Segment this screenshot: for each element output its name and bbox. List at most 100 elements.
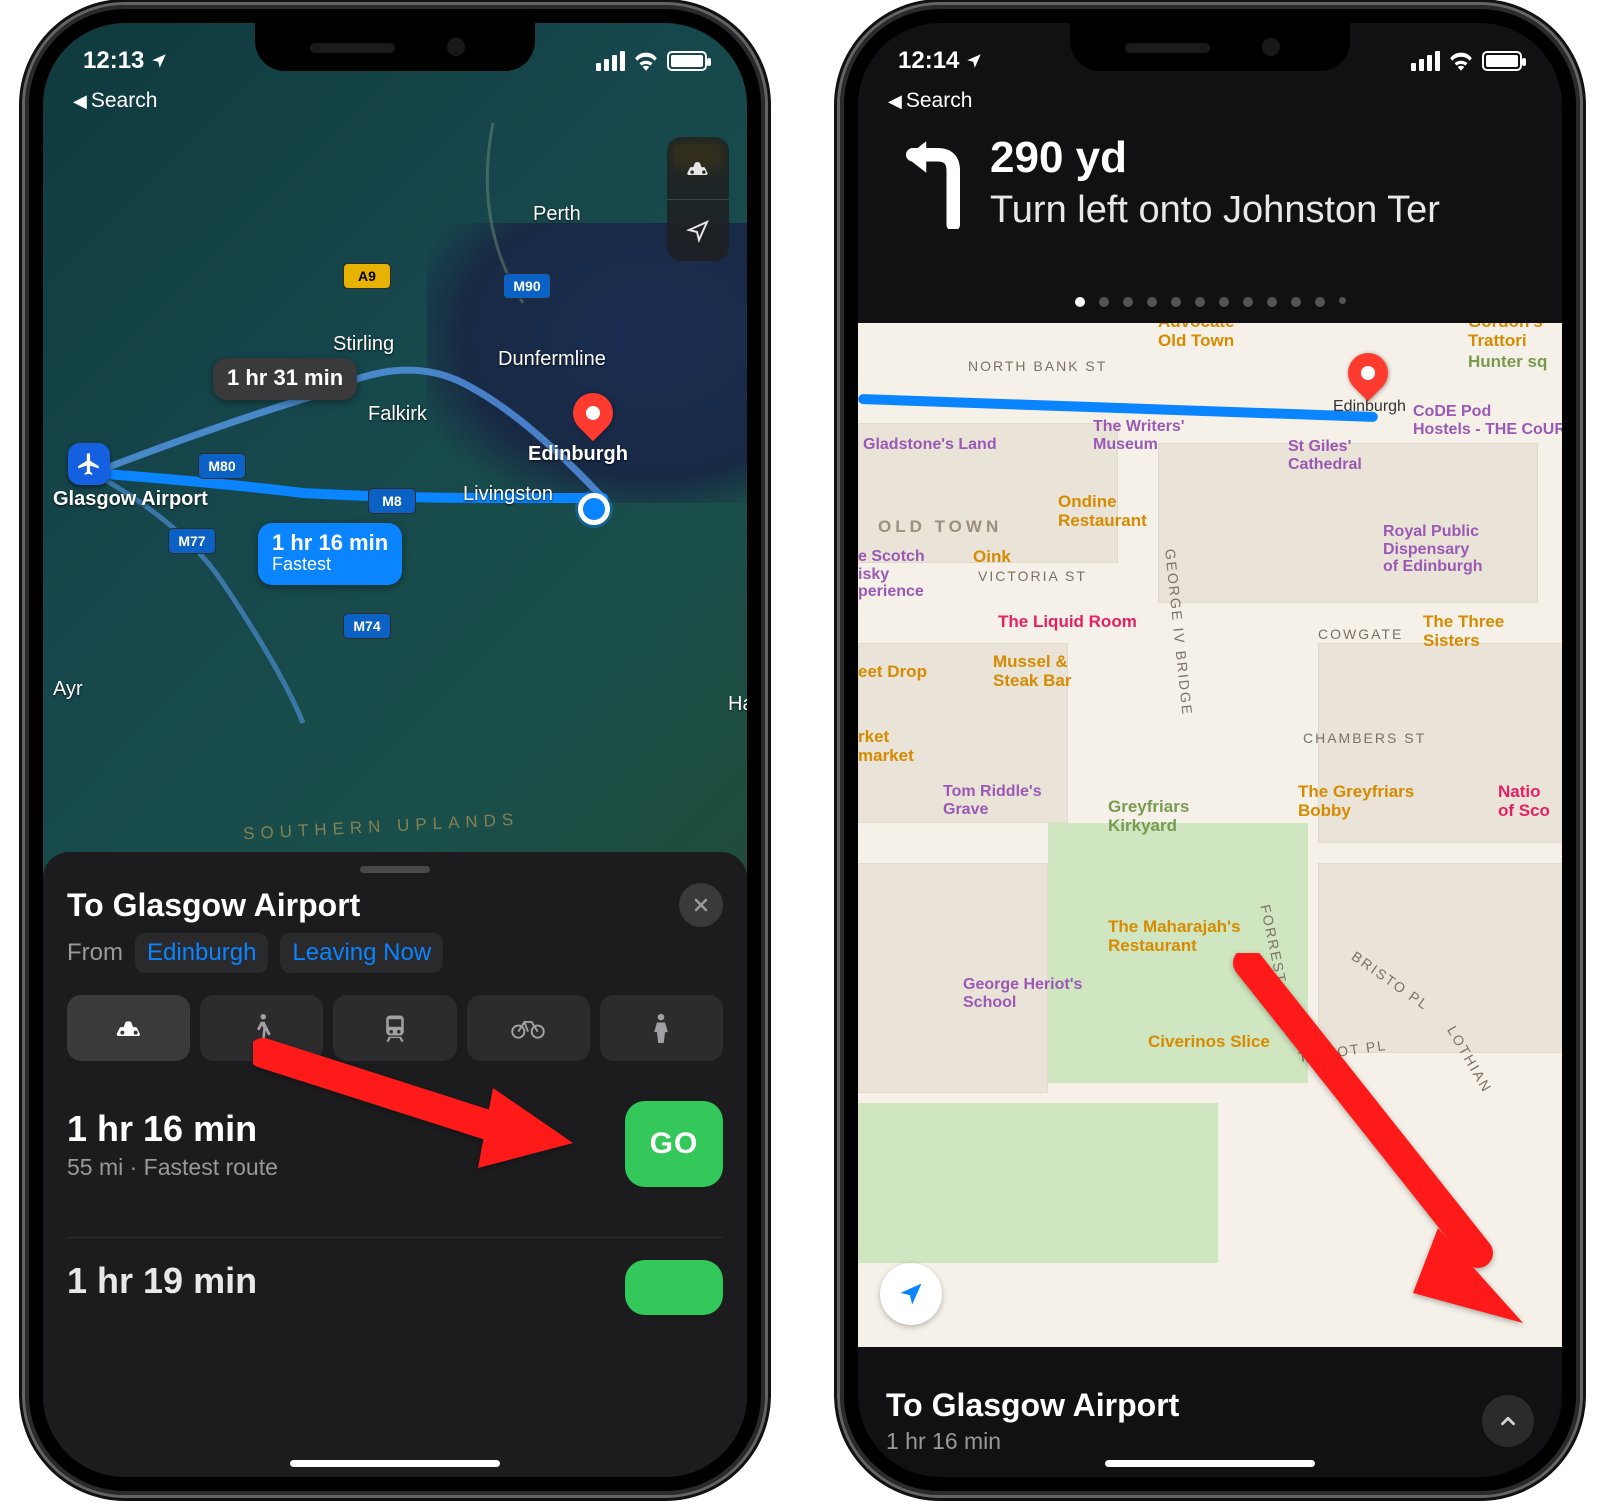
street-cowgate: COWGATE [1318, 626, 1403, 642]
city-edinburgh: Edinburgh [528, 443, 628, 466]
poi-ondine: Ondine Restaurant [1058, 493, 1147, 530]
notch [1070, 23, 1350, 71]
street-victoria: VICTORIA ST [978, 568, 1087, 584]
notch [255, 23, 535, 71]
nav-step-dots[interactable] [858, 297, 1562, 307]
nav-sheet-title: To Glasgow Airport [886, 1387, 1179, 1424]
wifi-icon [1448, 51, 1474, 71]
route-callout-alt-time: 1 hr 31 min [227, 365, 343, 390]
route2-time: 1 hr 19 min [67, 1260, 257, 1301]
route1-sub: 55 mi · Fastest route [67, 1154, 278, 1181]
route-callout-main[interactable]: 1 hr 16 min Fastest [258, 523, 402, 585]
phone-right: 12:14 ◀ Search 290 yd Turn left onto Joh… [840, 5, 1580, 1495]
cell-signal-icon [1411, 51, 1440, 71]
city-livingston: Livingston [463, 483, 553, 506]
battery-icon [667, 51, 707, 71]
from-row: From Edinburgh Leaving Now [67, 933, 723, 973]
screen-right: 12:14 ◀ Search 290 yd Turn left onto Joh… [858, 23, 1562, 1477]
location-services-icon [965, 52, 983, 70]
go-button-2[interactable] [625, 1260, 723, 1315]
route-callout-main-label: Fastest [272, 555, 388, 575]
poi-stgiles: St Giles' Cathedral [1288, 438, 1362, 473]
wifi-icon [633, 51, 659, 71]
city-edinburgh: Edinburgh [1333, 398, 1406, 416]
poi-heriots: George Heriot's School [963, 976, 1082, 1011]
sheet-grabber[interactable] [360, 866, 430, 873]
poi-market: rket market [858, 728, 914, 765]
poi-writers: The Writers' Museum [1093, 418, 1185, 453]
nav-distance: 290 yd [990, 133, 1440, 183]
city-ayr: Ayr [53, 678, 83, 701]
poi-mussel: Mussel & Steak Bar [993, 653, 1071, 690]
current-location-dot [578, 493, 610, 525]
location-services-icon [150, 52, 168, 70]
road-badge-m77: M77 [168, 528, 216, 554]
city-ha: Ha [728, 693, 747, 716]
from-value-chip[interactable]: Edinburgh [135, 933, 268, 973]
mode-rideshare[interactable] [600, 995, 723, 1061]
home-indicator[interactable] [290, 1460, 500, 1467]
back-label: Search [906, 89, 973, 113]
from-label: From [67, 939, 123, 967]
recenter-button[interactable] [880, 1263, 942, 1325]
road-badge-m80: M80 [198, 453, 246, 479]
route-result-2[interactable]: 1 hr 19 min [67, 1237, 723, 1315]
home-indicator[interactable] [1105, 1460, 1315, 1467]
sheet-title: To Glasgow Airport [67, 887, 360, 924]
road-badge-m74: M74 [343, 613, 391, 639]
route-callout-alt[interactable]: 1 hr 31 min [213, 358, 357, 400]
poi-gladstones: Gladstone's Land [863, 436, 997, 454]
expand-button[interactable] [1482, 1395, 1534, 1447]
leaving-time-chip[interactable]: Leaving Now [280, 933, 443, 973]
destination-pin[interactable] [1348, 353, 1388, 393]
back-to-search[interactable]: ◀ Search [73, 89, 157, 113]
city-falkirk: Falkirk [368, 403, 427, 426]
poi-streetdrop: eet Drop [858, 663, 927, 682]
clock: 12:14 [898, 47, 959, 75]
road-badge-m90: M90 [503, 273, 551, 299]
poi-oink: Oink [973, 548, 1011, 567]
poi-royal: Royal Public Dispensary of Edinburgh [1383, 523, 1483, 576]
poi-greyfriars: Greyfriars Kirkyard [1108, 798, 1189, 835]
clock: 12:13 [83, 47, 144, 75]
street-northbank: NORTH BANK ST [968, 358, 1107, 374]
poi-bobby: The Greyfriars Bobby [1298, 783, 1414, 820]
back-label: Search [91, 89, 158, 113]
annotation-arrow-left [253, 1033, 583, 1178]
cell-signal-icon [596, 51, 625, 71]
city-perth: Perth [533, 203, 581, 226]
back-to-search[interactable]: ◀ Search [888, 89, 972, 113]
airport-label: Glasgow Airport [53, 488, 208, 511]
area-oldtown: OLD TOWN [878, 518, 1002, 537]
turn-left-icon [898, 133, 968, 323]
poi-maharajahs: The Maharajah's Restaurant [1108, 918, 1241, 955]
poi-tomriddle: Tom Riddle's Grave [943, 783, 1042, 818]
nav-summary-sheet[interactable]: To Glasgow Airport 1 hr 16 min [858, 1347, 1562, 1477]
nav-instruction: Turn left onto Johnston Ter [990, 189, 1440, 233]
map-controls [667, 137, 729, 261]
poi-threesisters: The Three Sisters [1423, 613, 1504, 650]
tracking-button[interactable] [667, 199, 729, 261]
route1-time: 1 hr 16 min [67, 1108, 257, 1149]
chevron-left-icon: ◀ [73, 91, 87, 112]
airport-icon[interactable] [68, 443, 110, 485]
map-settings-button[interactable] [667, 137, 729, 199]
road-badge-m8: M8 [368, 488, 416, 514]
destination-pin[interactable] [573, 393, 613, 433]
nav-sheet-sub: 1 hr 16 min [886, 1428, 1179, 1455]
close-button[interactable] [679, 883, 723, 927]
poi-hunter: Hunter sq [1468, 353, 1547, 372]
chevron-left-icon: ◀ [888, 91, 902, 112]
route-callout-main-time: 1 hr 16 min [272, 530, 388, 555]
poi-scotch: e Scotch isky perience [858, 548, 925, 601]
phone-left: 12:13 ◀ Search [25, 5, 765, 1495]
poi-national: Natio of Sco [1498, 783, 1550, 820]
screen-left: 12:13 ◀ Search [43, 23, 747, 1477]
go-label: GO [650, 1127, 699, 1161]
city-dunfermline: Dunfermline [498, 348, 606, 371]
poi-liquid: The Liquid Room [998, 613, 1137, 632]
city-stirling: Stirling [333, 333, 394, 356]
mode-driving[interactable] [67, 995, 190, 1061]
go-button[interactable]: GO [625, 1101, 723, 1187]
battery-icon [1482, 51, 1522, 71]
